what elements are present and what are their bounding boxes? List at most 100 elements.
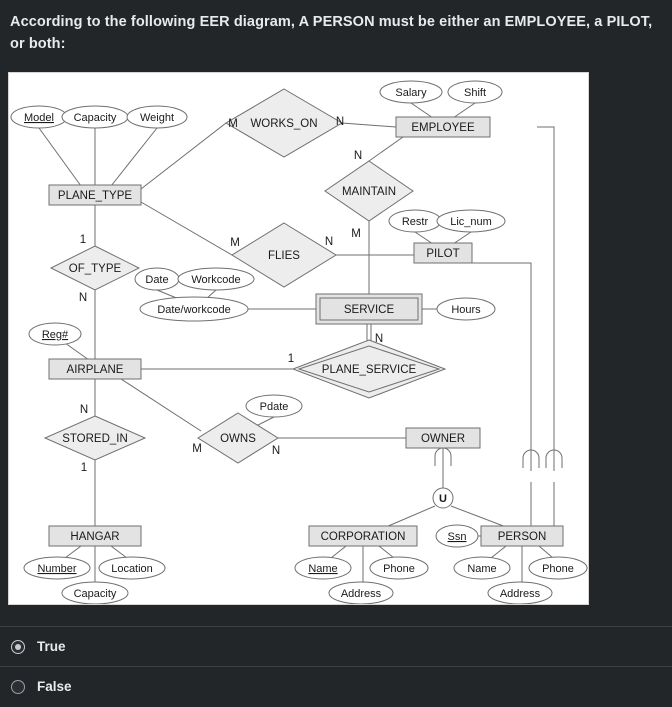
line-number-hangar [64, 545, 82, 559]
line-union-person [450, 505, 507, 528]
entity-corporation: CORPORATION [308, 525, 418, 547]
entity-label: PLANE_TYPE [58, 190, 132, 202]
attribute-label: Name [308, 563, 337, 575]
line-planetype-flies [140, 201, 233, 256]
attribute-label: Salary [395, 87, 427, 99]
relationship-label: PLANE_SERVICE [322, 364, 417, 376]
attribute-label: Number [37, 563, 76, 575]
entity-label: HANGAR [70, 531, 119, 543]
attribute-model: Model [10, 105, 68, 129]
answer-option-true[interactable]: True [0, 626, 672, 666]
relationship-works_on: WORKS_ON [225, 88, 343, 158]
eer-diagram-svg: Model Capacity Weight Salary Shift Restr Lic_n… [10, 80, 588, 604]
relationship-label: OF_TYPE [69, 263, 122, 275]
relationship-of_type: OF_TYPE [49, 245, 141, 291]
attribute-label: Date [145, 274, 168, 286]
line-location-hangar [110, 545, 128, 559]
cardinality-label: M [192, 443, 202, 455]
radio-button-false[interactable] [11, 679, 25, 694]
cardinality-label: 1 [288, 353, 294, 365]
line-restr-pilot [414, 231, 434, 245]
attribute-label: Restr [402, 216, 429, 228]
line-employee-maintain [368, 136, 404, 162]
line-employee-person [537, 126, 555, 471]
entity-airplane: AIRPLANE [48, 358, 142, 380]
entity-employee: EMPLOYEE [395, 116, 491, 138]
line-licnum-pilot [452, 231, 472, 245]
relationship-stored_in: STORED_IN [43, 415, 147, 461]
entity-plane_type: PLANE_TYPE [48, 184, 142, 206]
cardinality-label: N [80, 404, 88, 416]
union-label: U [439, 493, 447, 505]
attribute-lic-num: Lic_num [436, 209, 506, 233]
entity-person: PERSON [480, 525, 564, 547]
attribute-address: Address [328, 581, 394, 604]
attribute-capacity: Capacity [61, 105, 129, 129]
entity-pilot: PILOT [413, 242, 473, 264]
entity-label: PILOT [426, 248, 459, 260]
attribute-location: Location [98, 556, 166, 580]
attribute-hours: Hours [436, 297, 496, 321]
cardinality-label: N [325, 236, 333, 248]
answer-option-false[interactable]: False [0, 666, 672, 706]
cardinality-label: M [351, 228, 361, 240]
line-name-person [490, 545, 507, 559]
relationship-label: WORKS_ON [250, 118, 317, 130]
entity-label: CORPORATION [321, 531, 406, 543]
attribute-weight: Weight [126, 105, 188, 129]
cardinality-label: M [230, 237, 240, 249]
attribute-label: Workcode [191, 274, 240, 286]
entity-label: SERVICE [344, 304, 395, 316]
attribute-label: Capacity [74, 112, 117, 124]
attribute-date-workcode: Date/workcode [139, 296, 249, 322]
attribute-salary: Salary [379, 80, 443, 104]
relationship-label: MAINTAIN [342, 186, 396, 198]
cardinality-label: 1 [81, 462, 87, 474]
attribute-name: Name [294, 556, 352, 580]
cardinality-label: N [336, 116, 344, 128]
line-airplane-owns [120, 378, 202, 432]
attribute-label: Reg# [42, 329, 69, 341]
attribute-ssn: Ssn [435, 524, 479, 548]
entity-label: OWNER [421, 433, 465, 445]
question-prompt: According to the following EER diagram, … [10, 14, 653, 53]
attribute-label: Location [111, 563, 153, 575]
attribute-label: Ssn [448, 531, 467, 543]
attribute-restr: Restr [388, 209, 442, 233]
union-category-symbol: U [432, 487, 454, 509]
attribute-label: Hours [451, 304, 481, 316]
answer-label-false: False [37, 679, 72, 694]
attribute-label: Shift [464, 87, 486, 99]
relationship-label: STORED_IN [62, 433, 128, 445]
cardinality-label: N [272, 445, 280, 457]
cardinality-label: N [354, 150, 362, 162]
attribute-address: Address [487, 581, 553, 604]
attribute-reg-: Reg# [28, 322, 82, 346]
attribute-name: Name [453, 556, 511, 580]
entity-label: EMPLOYEE [411, 122, 475, 134]
line-name-corporation [330, 545, 347, 559]
relationship-plane_service: PLANE_SERVICE [291, 339, 447, 399]
attribute-pdate: Pdate [245, 394, 303, 418]
attribute-workcode: Workcode [177, 267, 255, 291]
line-phone-person [538, 545, 554, 559]
answer-options-list: True False [0, 626, 672, 706]
attribute-label: Phone [542, 563, 574, 575]
line-phone-corporation [378, 545, 395, 559]
line-pilot-person [472, 262, 532, 471]
attribute-date: Date [134, 267, 180, 291]
attribute-label: Address [500, 588, 541, 600]
radio-button-true[interactable] [11, 639, 25, 654]
attribute-phone: Phone [528, 556, 588, 580]
attribute-label: Model [24, 112, 54, 124]
attribute-label: Name [467, 563, 496, 575]
answer-label-true: True [37, 639, 66, 654]
attribute-shift: Shift [447, 80, 503, 104]
cardinality-label: M [228, 118, 238, 130]
line-weight-planetype [110, 127, 158, 187]
attribute-label: Weight [140, 112, 174, 124]
eer-diagram-container: Model Capacity Weight Salary Shift Restr Lic_n… [8, 72, 589, 605]
entity-service: SERVICE [315, 293, 423, 325]
relationship-label: FLIES [268, 250, 300, 262]
line-reg-airplane [64, 342, 90, 361]
